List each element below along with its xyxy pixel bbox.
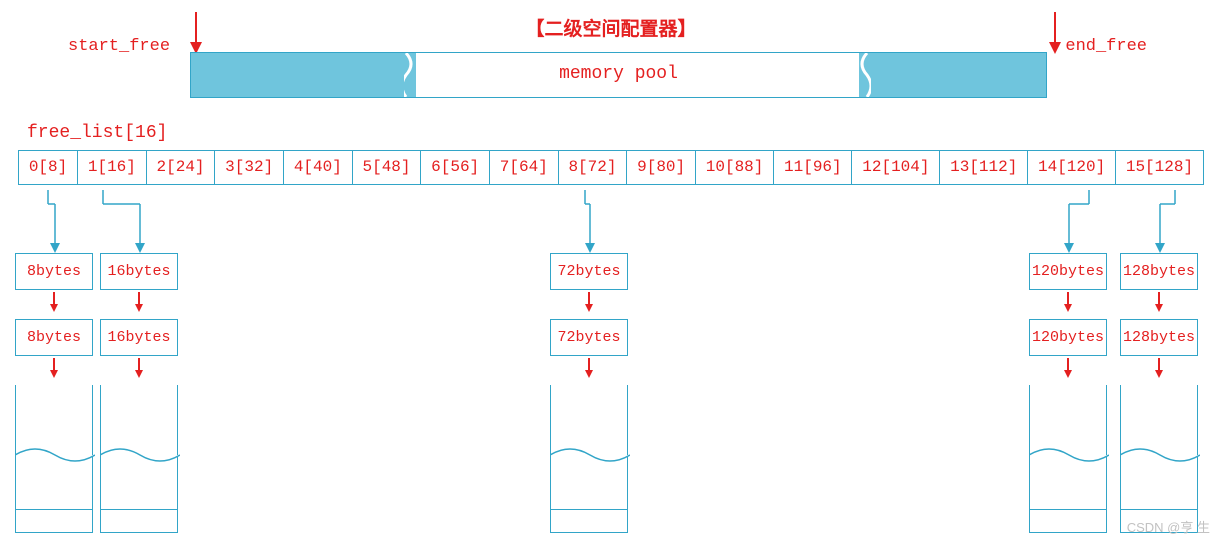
- free-list-chain: 8bytes 8bytes: [15, 190, 93, 533]
- free-list-chain: 120bytes 120bytes: [1029, 190, 1107, 533]
- chain-node: 128bytes: [1120, 319, 1198, 356]
- link-arrow-icon: [133, 358, 145, 384]
- free-list-cell: 10[88]: [696, 151, 774, 184]
- chain-ellipsis: [100, 385, 178, 510]
- link-arrow-icon: [1153, 358, 1165, 384]
- chain-ellipsis: [1029, 385, 1107, 510]
- free-list-chain: 128bytes 128bytes: [1120, 190, 1198, 533]
- chain-ellipsis: [15, 385, 93, 510]
- free-list-cell: 12[104]: [852, 151, 940, 184]
- free-list-cell: 11[96]: [774, 151, 852, 184]
- chain-node: 120bytes: [1029, 253, 1107, 290]
- chain-tail: [550, 510, 628, 533]
- free-list-cell: 3[32]: [215, 151, 284, 184]
- start-free-label: start_free: [68, 37, 170, 56]
- link-arrow-icon: [48, 292, 60, 318]
- free-list-cell: 13[112]: [940, 151, 1028, 184]
- chain-node: 16bytes: [100, 319, 178, 356]
- connector: [100, 190, 178, 253]
- chain-tail: [1029, 510, 1107, 533]
- watermark: CSDN @亨 生: [1127, 517, 1210, 536]
- link-arrow-icon: [1062, 358, 1074, 384]
- free-list-cell: 4[40]: [284, 151, 353, 184]
- free-list-cell: 15[128]: [1116, 151, 1203, 184]
- connector: [15, 190, 93, 253]
- free-list-cell: 8[72]: [559, 151, 628, 184]
- free-list-label: free_list[16]: [27, 123, 167, 143]
- end-free-label: end_free: [1065, 37, 1147, 56]
- link-arrow-icon: [133, 292, 145, 318]
- connector: [1029, 190, 1107, 253]
- chain-node: 8bytes: [15, 319, 93, 356]
- free-list-cell: 0[8]: [19, 151, 78, 184]
- link-arrow-icon: [1062, 292, 1074, 318]
- free-list-cell: 1[16]: [78, 151, 147, 184]
- chain-node: 128bytes: [1120, 253, 1198, 290]
- free-list-cell: 14[120]: [1028, 151, 1116, 184]
- free-list-cell: 9[80]: [627, 151, 696, 184]
- free-list-cell: 5[48]: [353, 151, 422, 184]
- chain-node: 16bytes: [100, 253, 178, 290]
- memory-pool-label: memory pool: [191, 64, 1046, 84]
- connector: [550, 190, 628, 253]
- memory-pool: memory pool: [190, 52, 1047, 98]
- chain-node: 8bytes: [15, 253, 93, 290]
- free-list-array: 0[8]1[16]2[24]3[32]4[40]5[48]6[56]7[64]8…: [18, 150, 1204, 185]
- free-list-cell: 2[24]: [147, 151, 216, 184]
- chain-node: 120bytes: [1029, 319, 1107, 356]
- free-list-cell: 7[64]: [490, 151, 559, 184]
- chain-tail: [100, 510, 178, 533]
- chain-ellipsis: [1120, 385, 1198, 510]
- link-arrow-icon: [1153, 292, 1165, 318]
- chain-ellipsis: [550, 385, 628, 510]
- free-list-cell: 6[56]: [421, 151, 490, 184]
- chain-tail: [15, 510, 93, 533]
- chain-node: 72bytes: [550, 319, 628, 356]
- link-arrow-icon: [48, 358, 60, 384]
- connector: [1120, 190, 1198, 253]
- link-arrow-icon: [583, 358, 595, 384]
- link-arrow-icon: [583, 292, 595, 318]
- free-list-chain: 16bytes 16bytes: [100, 190, 178, 533]
- free-list-chain: 72bytes 72bytes: [550, 190, 628, 533]
- chain-node: 72bytes: [550, 253, 628, 290]
